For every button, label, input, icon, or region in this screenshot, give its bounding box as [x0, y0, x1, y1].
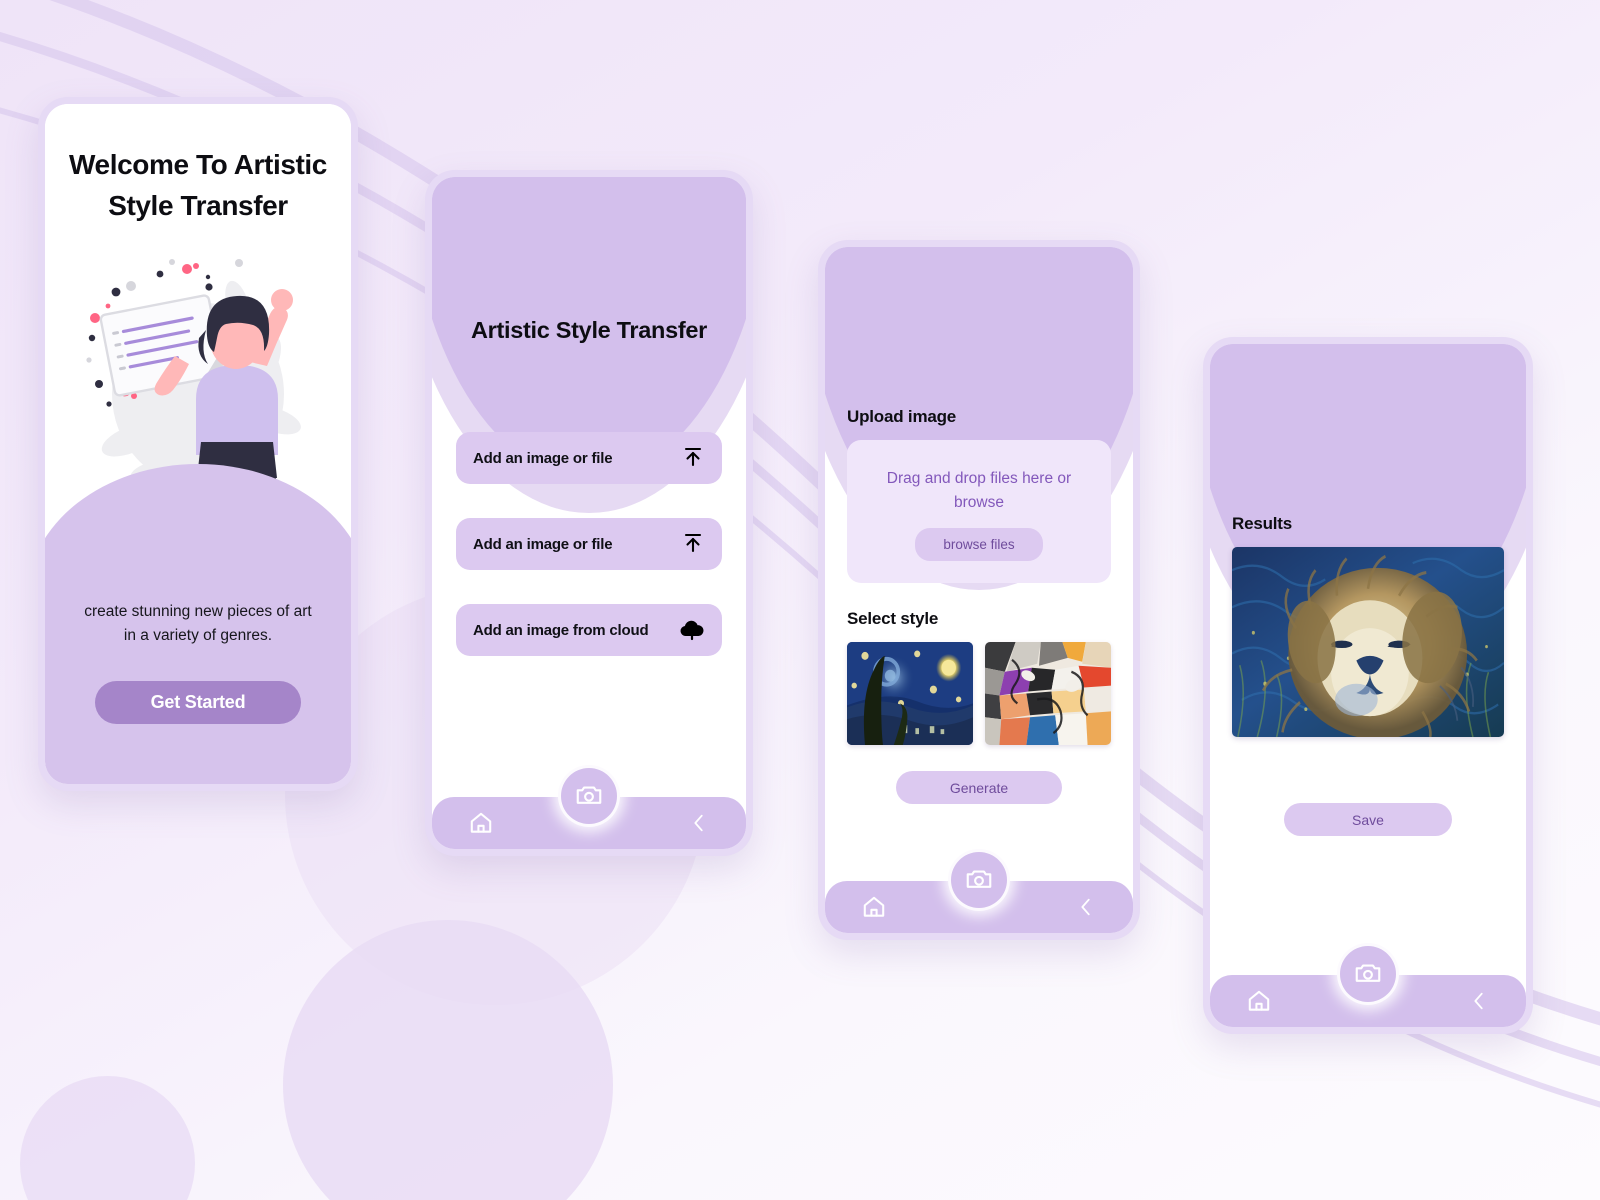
results-heading: Results: [1232, 514, 1293, 533]
phone-screen-results: Results Save: [1203, 337, 1533, 1034]
phone-screen-add-image: Artistic Style Transfer Add an image or …: [425, 170, 753, 856]
starry-night-style-thumbnail[interactable]: [847, 642, 973, 746]
option-label: Add an image or file: [473, 449, 613, 467]
dropzone-instruction-text: Drag and drop files here or browse: [886, 470, 1072, 511]
decorative-circle-medium: [283, 920, 613, 1200]
results-section: Results Save: [1232, 514, 1504, 836]
page-title: Welcome To Artistic Style Transfer: [69, 149, 327, 222]
upload-icon: [681, 531, 705, 558]
camera-fab-button[interactable]: [1337, 943, 1399, 1005]
upload-icon: [681, 445, 705, 472]
option-label: Add an image or file: [473, 535, 613, 553]
home-icon: [861, 896, 887, 923]
page-title: Artistic Style Transfer: [470, 317, 708, 343]
back-nav-button[interactable]: [1075, 896, 1097, 918]
add-image-or-file-button-1[interactable]: Add an image or file: [456, 432, 722, 484]
add-image-or-file-button-2[interactable]: Add an image or file: [456, 518, 722, 570]
screen-upload-body: Upload image Drag and drop files here or…: [825, 247, 1133, 933]
home-icon: [1246, 990, 1272, 1017]
style-thumbnail-list: [847, 642, 1111, 746]
camera-fab-button[interactable]: [948, 849, 1010, 911]
camera-icon: [964, 864, 994, 897]
phone-screen-upload-and-style: Upload image Drag and drop files here or…: [818, 240, 1140, 940]
camera-fab-button[interactable]: [558, 765, 620, 827]
add-image-from-cloud-button[interactable]: Add an image from cloud: [456, 604, 722, 656]
home-icon: [468, 812, 494, 839]
screen-results-body: Results Save: [1210, 344, 1526, 1027]
home-nav-button[interactable]: [468, 810, 494, 836]
get-started-button[interactable]: Get Started: [95, 681, 301, 724]
camera-icon: [1353, 958, 1383, 991]
home-nav-button[interactable]: [1246, 988, 1272, 1014]
back-nav-button[interactable]: [1468, 990, 1490, 1012]
chevron-left-icon: [1075, 898, 1097, 921]
back-nav-button[interactable]: [688, 812, 710, 834]
generate-button[interactable]: Generate: [896, 771, 1062, 805]
save-button[interactable]: Save: [1284, 803, 1452, 836]
cloud-upload-icon: [679, 617, 705, 644]
decorative-circle-small: [20, 1076, 195, 1200]
upload-options-list: Add an image or file Add an image or fil…: [456, 432, 722, 690]
upload-image-heading: Upload image: [847, 407, 957, 426]
tagline-text: create stunning new pieces of art in a v…: [84, 602, 312, 644]
browse-files-button[interactable]: browse files: [915, 528, 1043, 562]
stylized-lion-result-image: [1232, 547, 1504, 737]
file-dropzone[interactable]: Drag and drop files here or browse brows…: [847, 440, 1111, 584]
screen-add-image-body: Artistic Style Transfer Add an image or …: [432, 177, 746, 849]
cubist-abstract-style-thumbnail[interactable]: [985, 642, 1111, 746]
option-label: Add an image from cloud: [473, 621, 649, 639]
screen-welcome-body: Welcome To Artistic Style Transfer creat…: [45, 104, 351, 784]
phone-screen-welcome: Welcome To Artistic Style Transfer creat…: [38, 97, 358, 791]
upload-section: Upload image Drag and drop files here or…: [847, 407, 1111, 805]
select-style-heading: Select style: [847, 609, 939, 629]
chevron-left-icon: [688, 814, 710, 837]
camera-icon: [574, 780, 604, 813]
chevron-left-icon: [1468, 992, 1490, 1015]
home-nav-button[interactable]: [861, 894, 887, 920]
